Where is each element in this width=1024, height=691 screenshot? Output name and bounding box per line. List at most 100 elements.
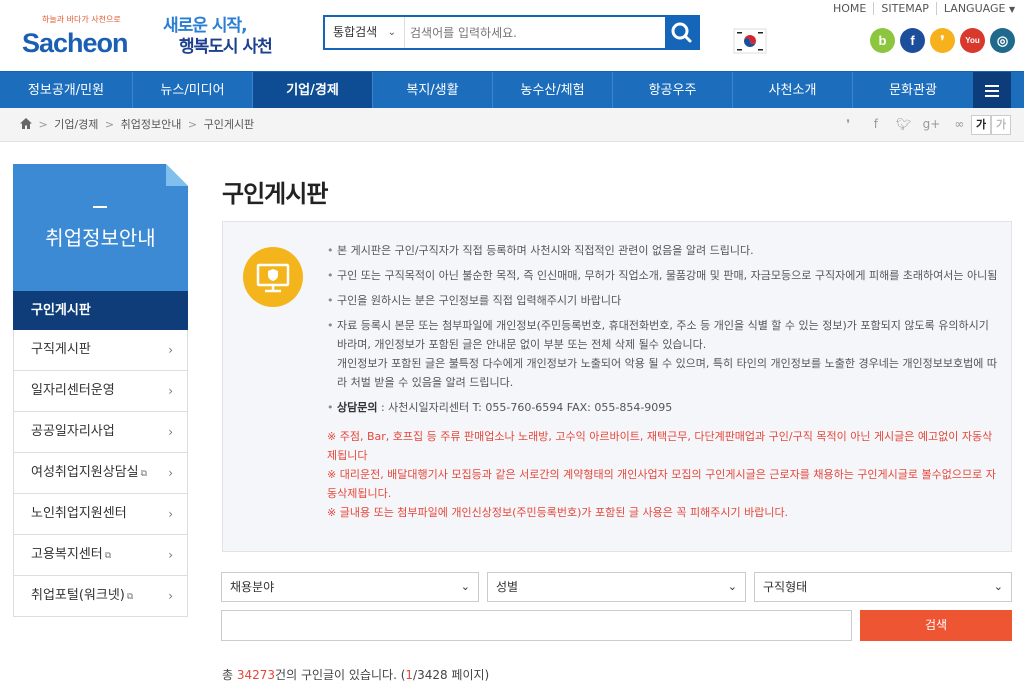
instagram-icon[interactable]: ◎ xyxy=(990,28,1015,53)
sidebar-item-label: 공공일자리사업 xyxy=(31,424,115,439)
font-size-up-button[interactable]: 가 xyxy=(971,115,991,135)
sidebar-title: 취업정보안내 xyxy=(45,226,156,250)
chevron-right-icon: › xyxy=(168,425,173,439)
gender-select[interactable]: 성별 ⌄ xyxy=(487,572,746,602)
chevron-down-icon: ⌄ xyxy=(727,580,737,593)
breadcrumb-item-employment[interactable]: 취업정보안내 xyxy=(121,118,182,131)
total-prefix: 총 xyxy=(222,668,237,682)
font-size-down-button[interactable]: 가 xyxy=(991,115,1011,135)
sidebar-item-label: 노인취업지원센터 xyxy=(31,506,127,521)
language-link[interactable]: LANGUAGE ▼ xyxy=(937,2,1022,15)
sidebar-item-label: 일자리센터운영 xyxy=(31,383,115,398)
total-suffix: /3428 페이지) xyxy=(413,668,490,682)
keyword-input[interactable] xyxy=(221,610,852,641)
breadcrumb-separator: > xyxy=(38,118,48,131)
kakaostory-share-icon[interactable]: ❜ xyxy=(836,117,860,131)
nav-item-aerospace[interactable]: 항공우주 xyxy=(613,72,733,109)
notice-contact: 상담문의 : 사천시일자리센터 T: 055-760-6594 FAX: 055… xyxy=(327,398,999,417)
breadcrumb-separator: > xyxy=(187,118,198,131)
monitor-shield-icon xyxy=(243,247,303,307)
chevron-right-icon: › xyxy=(168,384,173,398)
sidebar-item-senior-employment[interactable]: 노인취업지원센터 › xyxy=(13,494,188,535)
sidebar-item-job-offers[interactable]: 구인게시판 xyxy=(13,291,188,330)
nav-item-news[interactable]: 뉴스/미디어 xyxy=(133,72,253,109)
sidebar-item-job-seekers[interactable]: 구직게시판 › xyxy=(13,330,188,371)
site-header: 하늘과 바다가 사천으로 Sacheon 새로운 시작, 행복도시 사천 통합검… xyxy=(0,0,1024,72)
sidebar-item-job-center[interactable]: 일자리센터운영 › xyxy=(13,371,188,412)
current-page: 1 xyxy=(405,668,414,682)
search-icon xyxy=(671,22,692,43)
link-copy-icon[interactable]: ∞ xyxy=(947,117,971,131)
breadcrumb-item-business[interactable]: 기업/경제 xyxy=(54,118,98,131)
korean-flag-icon xyxy=(733,28,767,56)
googleplus-share-icon[interactable]: g+ xyxy=(919,117,943,131)
twitter-share-icon[interactable]: 🐦︎ xyxy=(892,117,916,131)
gender-select-value: 성별 xyxy=(496,580,519,594)
facebook-icon[interactable]: f xyxy=(900,28,925,53)
notice-warning: ※ 주점, Bar, 호프집 등 주류 판매업소나 노래방, 고수익 아르바이트… xyxy=(327,430,993,462)
notice-warning: ※ 글내용 또는 첨부파일에 개인신상정보(주민등록번호)가 포함된 글 사용은… xyxy=(327,506,789,519)
sidebar-item-label: 구직게시판 xyxy=(31,342,91,357)
facebook-share-icon[interactable]: f xyxy=(864,117,888,131)
search-scope-value: 통합검색 xyxy=(333,25,378,39)
slogan-line2: 행복도시 사천 xyxy=(179,37,273,57)
sidebar-item-label: 고용복지센터 xyxy=(31,547,103,562)
notice-item: 자료 등록시 본문 또는 첨부파일에 개인정보(주민등록번호, 휴대전화번호, … xyxy=(327,316,999,354)
home-link[interactable]: HOME xyxy=(826,2,875,15)
search-scope-select[interactable]: 통합검색 ⌄ xyxy=(325,17,405,48)
search-submit-button[interactable]: 검색 xyxy=(860,610,1012,641)
notice-item: 본 게시판은 구인/구직자가 직접 등록하며 사천시와 직접적인 관련이 없음을… xyxy=(327,241,999,260)
sidebar-item-label: 여성취업지원상담실 xyxy=(31,465,139,480)
chevron-right-icon: › xyxy=(168,343,173,357)
sidebar-item-label: 구인게시판 xyxy=(31,303,91,318)
chevron-down-icon: ⌄ xyxy=(993,580,1003,593)
nav-item-welfare[interactable]: 복지/생활 xyxy=(373,72,493,109)
top-utility-links: HOME SITEMAP LANGUAGE ▼ xyxy=(826,2,1022,18)
blog-icon[interactable]: b xyxy=(870,28,895,53)
sidebar-item-worknet[interactable]: 취업포털(워크넷) ⧉ › xyxy=(13,576,188,617)
sidebar-header: 취업정보안내 xyxy=(13,164,188,291)
nav-item-about[interactable]: 사천소개 xyxy=(733,72,853,109)
chevron-right-icon: › xyxy=(168,589,173,603)
sidebar-menu: 구인게시판 구직게시판 › 일자리센터운영 › 공공일자리사업 › 여성취업지원… xyxy=(13,291,188,617)
search-button[interactable] xyxy=(665,17,698,48)
home-icon[interactable] xyxy=(20,118,32,131)
sidebar-item-women-employment[interactable]: 여성취업지원상담실 ⧉ › xyxy=(13,453,188,494)
logo-tagline: 하늘과 바다가 사천으로 xyxy=(42,15,121,24)
logo-text: Sacheon xyxy=(22,28,129,58)
job-type-select[interactable]: 구직형태 ⌄ xyxy=(754,572,1012,602)
main-nav: 정보공개/민원 뉴스/미디어 기업/경제 복지/생활 농수산/체험 항공우주 사… xyxy=(0,71,1024,109)
breadcrumb-bar: > 기업/경제 > 취업정보안내 > 구인게시판 ❜ f 🐦︎ g+ ∞ xyxy=(0,108,1024,142)
external-link-icon: ⧉ xyxy=(140,469,148,479)
title-dash-decoration xyxy=(93,206,107,208)
city-slogan: 새로운 시작, 행복도시 사천 xyxy=(163,16,293,58)
sidebar-item-welfare-center[interactable]: 고용복지센터 ⧉ › xyxy=(13,535,188,576)
notice-box: 본 게시판은 구인/구직자가 직접 등록하며 사천시와 직접적인 관련이 없음을… xyxy=(222,221,1012,552)
notice-item: 구인 또는 구직목적이 아닌 불순한 목적, 즉 인신매매, 무허가 직업소개,… xyxy=(327,266,999,285)
menu-button[interactable] xyxy=(973,72,1011,109)
total-count-text: 총 34273건의 구인글이 있습니다. (1/3428 페이지) xyxy=(222,666,489,683)
global-search: 통합검색 ⌄ xyxy=(323,15,700,50)
nav-item-agriculture[interactable]: 농수산/체험 xyxy=(493,72,613,109)
language-label: LANGUAGE xyxy=(943,2,1006,15)
field-select[interactable]: 채용분야 ⌄ xyxy=(221,572,479,602)
job-type-select-value: 구직형태 xyxy=(763,580,808,594)
youtube-icon[interactable]: You xyxy=(960,28,985,53)
notice-text: 본 게시판은 구인/구직자가 직접 등록하며 사천시와 직접적인 관련이 없음을… xyxy=(327,241,999,522)
kakaostory-icon[interactable]: ❜ xyxy=(930,28,955,53)
search-input[interactable] xyxy=(406,17,666,48)
sitemap-link[interactable]: SITEMAP xyxy=(874,2,937,15)
notice-item-extra: 개인정보가 포함된 글은 불특정 다수에게 개인정보가 노출되어 악용 될 수 … xyxy=(337,357,998,389)
chevron-right-icon: › xyxy=(168,466,173,480)
caret-down-icon: ▼ xyxy=(1008,5,1016,14)
field-select-value: 채용분야 xyxy=(230,580,275,594)
nav-item-business[interactable]: 기업/경제 xyxy=(253,72,373,109)
nav-item-culture[interactable]: 문화관광 xyxy=(853,72,973,109)
sacheon-logo[interactable]: 하늘과 바다가 사천으로 Sacheon xyxy=(22,14,146,60)
sidebar-item-public-jobs[interactable]: 공공일자리사업 › xyxy=(13,412,188,453)
external-link-icon: ⧉ xyxy=(126,592,134,602)
nav-item-info[interactable]: 정보공개/민원 xyxy=(0,72,133,109)
slogan-line1: 새로운 시작, xyxy=(163,16,248,36)
page-title: 구인게시판 xyxy=(222,180,328,208)
chevron-right-icon: › xyxy=(168,548,173,562)
